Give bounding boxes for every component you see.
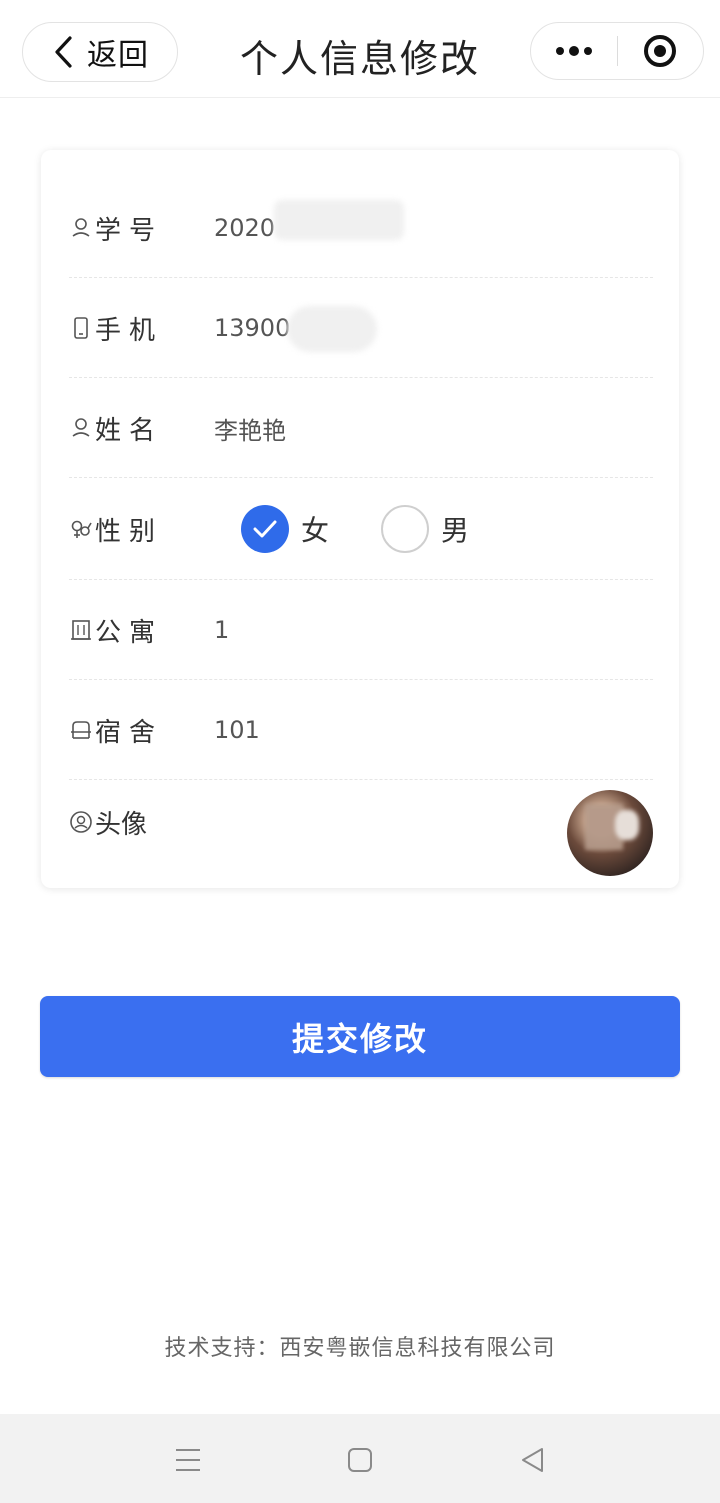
avatar-icon (70, 811, 92, 833)
row-student-id: 学号 2020 (69, 178, 653, 278)
person-icon (72, 218, 90, 237)
gender-radio-male[interactable] (381, 505, 430, 553)
row-avatar: 头像 (69, 780, 653, 880)
student-id-label: 学号 (95, 215, 164, 246)
menu-icon[interactable] (170, 1442, 206, 1478)
dorm-label: 宿舍 (95, 717, 164, 748)
row-name: 姓名 李艳艳 (69, 378, 653, 478)
target-circle-icon[interactable] (618, 23, 704, 79)
footer-credit: 技术支持：西安粤嵌信息科技有限公司 (164, 1336, 556, 1361)
gender-option-female: 女 (301, 514, 330, 547)
system-nav-bar (0, 1414, 720, 1503)
phone-icon (74, 317, 88, 339)
submit-button[interactable]: 提交修改 (40, 996, 680, 1077)
more-dots-icon[interactable] (531, 23, 617, 79)
back-triangle-icon[interactable] (514, 1442, 550, 1478)
row-phone: 手机 13900 (69, 278, 653, 378)
bed-icon (71, 721, 91, 739)
row-apartment: 公寓 1 (69, 580, 653, 680)
apartment-label: 公寓 (95, 617, 164, 648)
gender-option-male: 男 (441, 514, 470, 547)
avatar-label: 头像 (95, 809, 148, 840)
phone-value[interactable]: 13900 (214, 278, 290, 378)
name-label: 姓名 (95, 415, 164, 446)
profile-form-card: 学号 2020 手机 13900 姓名 李艳艳 性别 女 男 公寓 1 宿舍 1… (41, 150, 679, 888)
gender-icon (71, 520, 92, 538)
gender-radio-group: 女 男 (241, 478, 521, 580)
row-gender: 性别 女 男 (69, 478, 653, 580)
mini-program-capsule (530, 22, 704, 80)
row-dorm: 宿舍 101 (69, 680, 653, 780)
gender-radio-female[interactable] (241, 505, 289, 553)
building-icon (71, 620, 91, 640)
redaction-blur (287, 306, 377, 352)
redaction-blur (274, 200, 404, 240)
home-square-icon[interactable] (342, 1442, 378, 1478)
name-value[interactable]: 李艳艳 (214, 378, 286, 478)
check-icon (253, 520, 277, 538)
student-id-value[interactable]: 2020 (214, 178, 275, 278)
dorm-value[interactable]: 101 (214, 680, 260, 780)
avatar[interactable] (567, 790, 653, 876)
phone-label: 手机 (95, 315, 164, 346)
apartment-value[interactable]: 1 (214, 580, 229, 680)
header-bar: 返回 个人信息修改 (0, 0, 720, 98)
person-icon (72, 418, 90, 437)
gender-label: 性别 (95, 516, 164, 547)
